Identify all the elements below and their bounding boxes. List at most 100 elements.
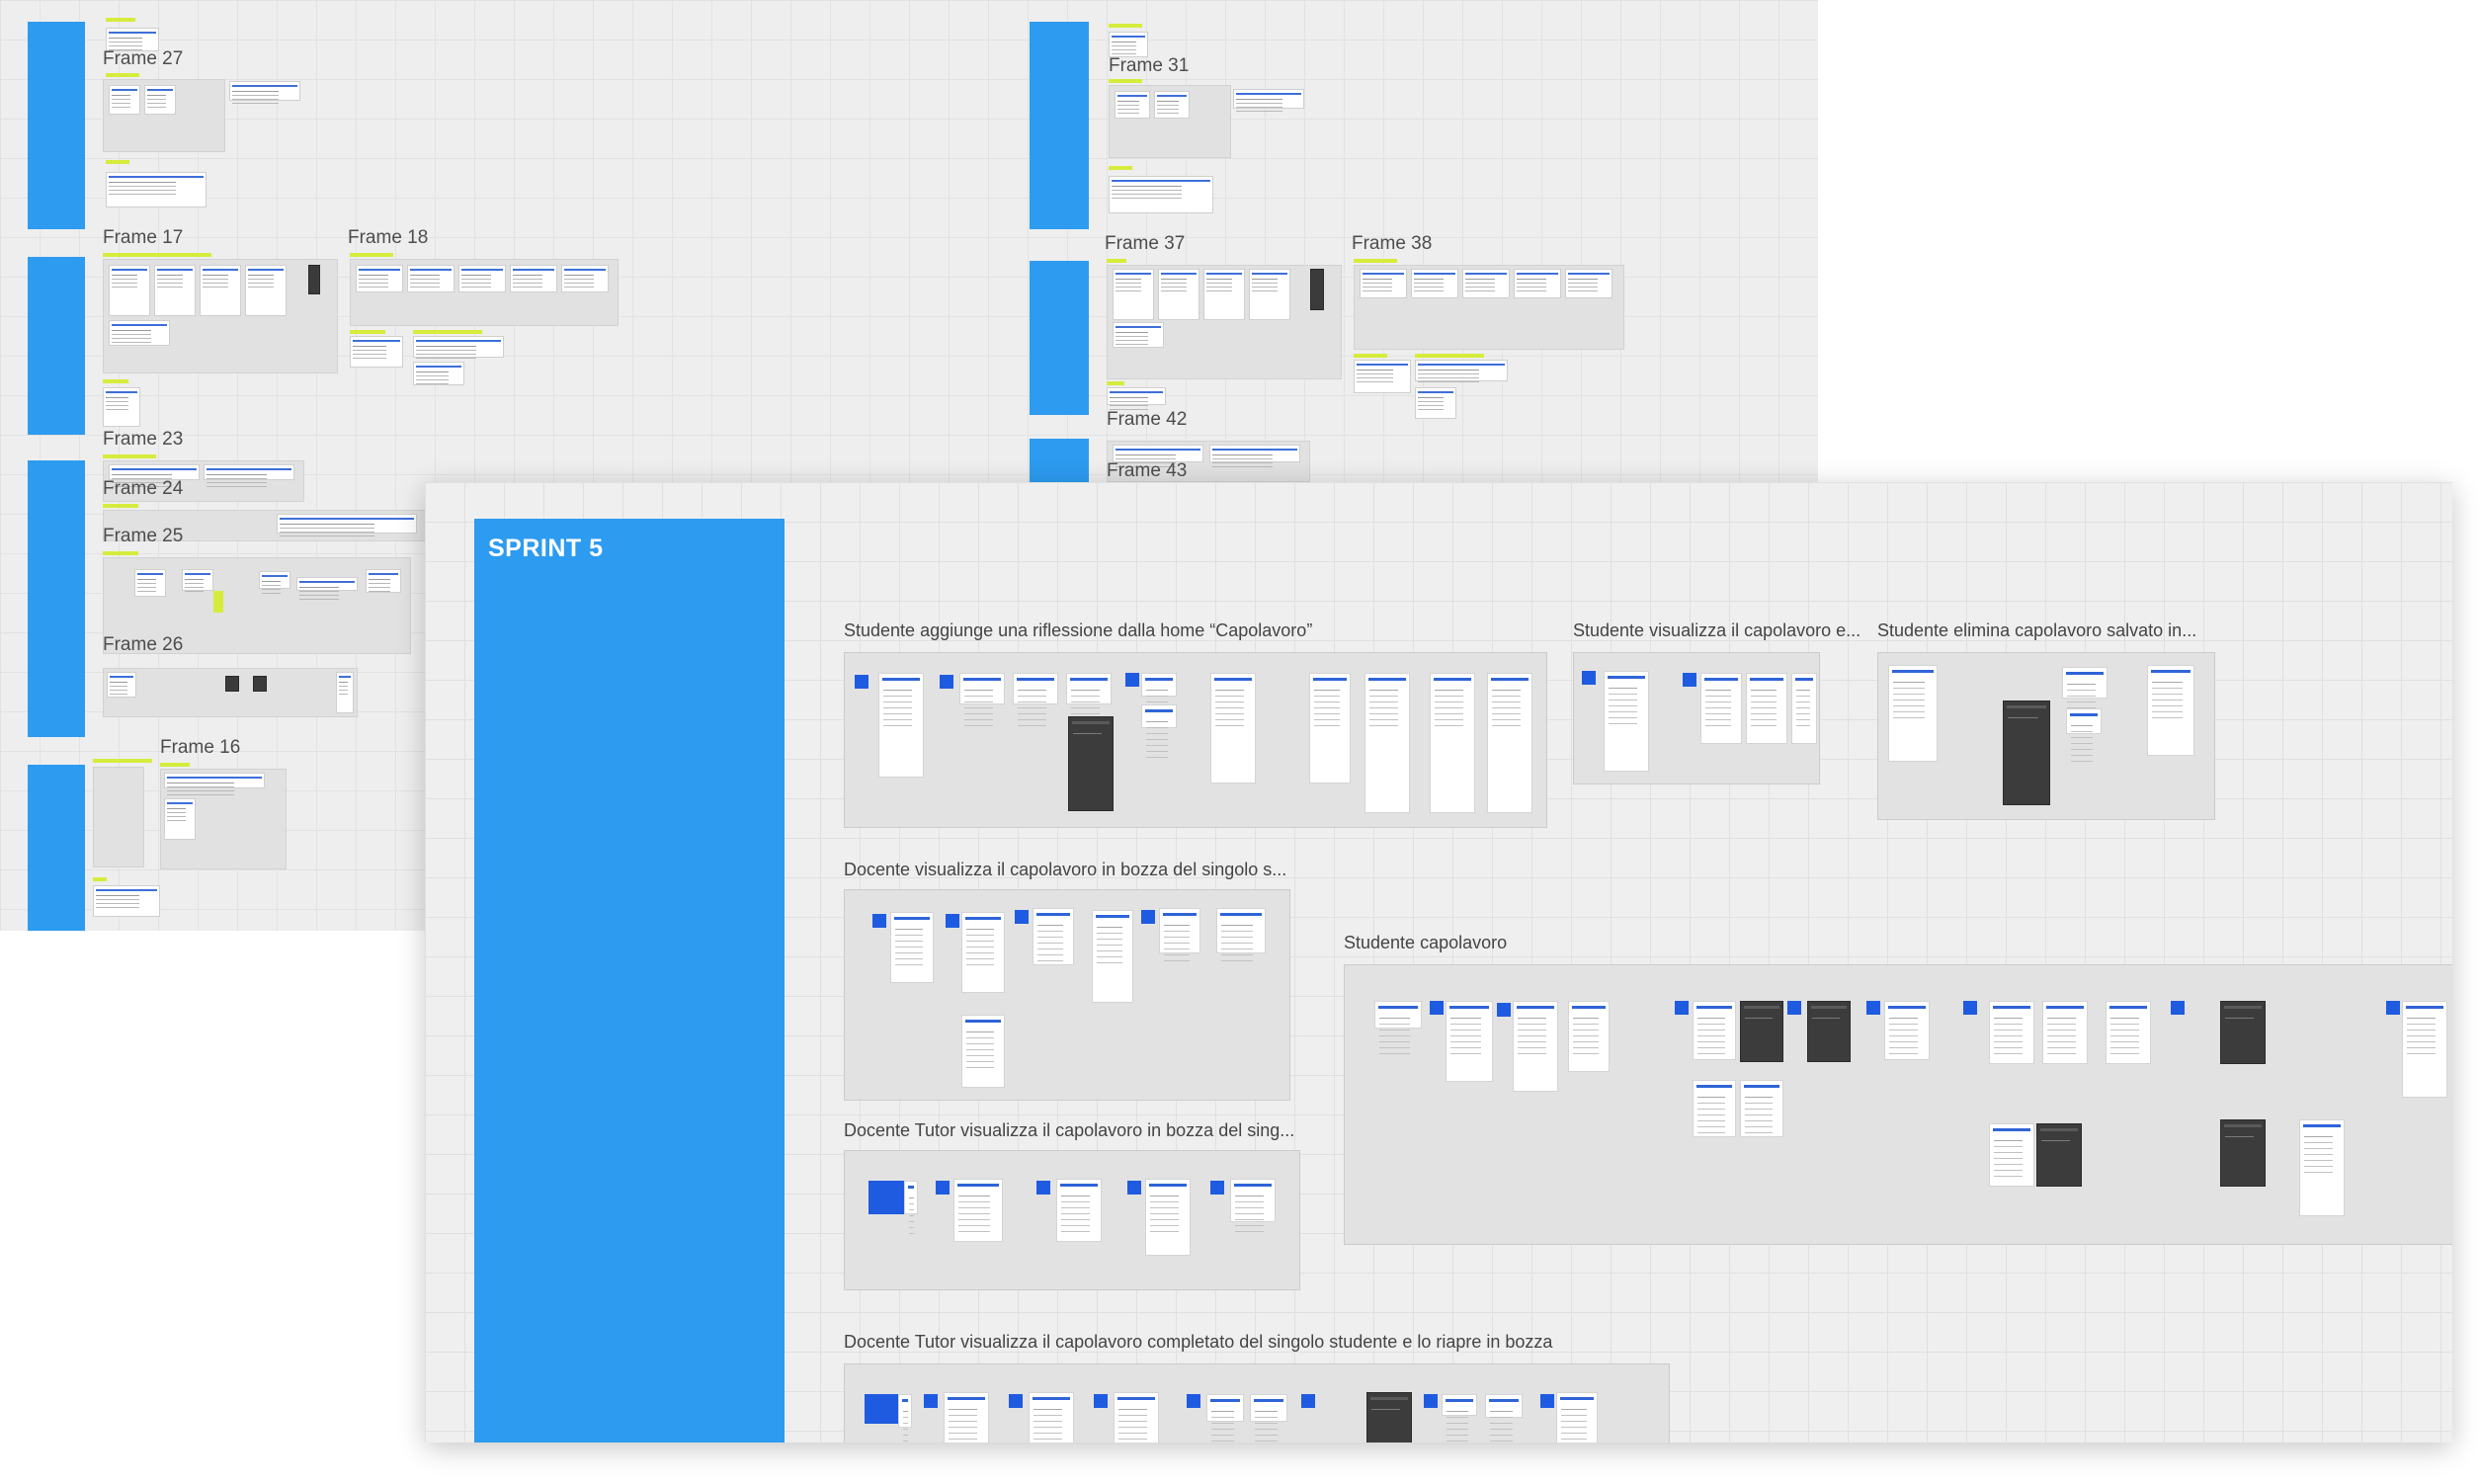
screen-thumbnail[interactable]: [1145, 1179, 1191, 1256]
screen-thumbnail[interactable]: [1740, 1080, 1783, 1137]
frame-title[interactable]: Studente elimina capolavoro salvato in..…: [1877, 620, 2196, 641]
screen-thumbnail[interactable]: [1250, 1394, 1287, 1422]
screen-thumbnail[interactable]: [2066, 708, 2102, 734]
screen-thumbnail[interactable]: [1066, 673, 1112, 704]
frame-thumbnail[interactable]: [296, 577, 358, 591]
screen-thumbnail[interactable]: [890, 912, 934, 983]
frame-label[interactable]: Frame 24: [103, 478, 183, 500]
screen-thumbnail[interactable]: [1989, 1001, 2034, 1064]
cover-thumbnail[interactable]: [868, 1181, 904, 1214]
screen-thumbnail[interactable]: [2147, 665, 2194, 756]
frame-thumbnail[interactable]: [1115, 91, 1150, 119]
screen-thumbnail[interactable]: [961, 1015, 1005, 1088]
frame-thumbnail[interactable]: [413, 336, 504, 358]
frame-label[interactable]: Frame 25: [103, 526, 183, 547]
screen-thumbnail[interactable]: [1029, 1392, 1074, 1443]
sprint-5-bar[interactable]: SPRINT 5: [474, 519, 785, 1443]
dark-screen-thumbnail[interactable]: [1740, 1001, 1783, 1062]
frame-thumbnail[interactable]: [164, 798, 196, 840]
dark-screen-thumbnail[interactable]: [2003, 701, 2050, 805]
frame-thumbnail[interactable]: [1113, 269, 1154, 320]
dark-screen-thumbnail[interactable]: [253, 676, 267, 692]
frame-thumbnail[interactable]: [277, 514, 417, 534]
frame-thumbnail[interactable]: [356, 265, 403, 292]
screen-thumbnail[interactable]: [1568, 1001, 1610, 1072]
frame-title[interactable]: Docente visualizza il capolavoro in bozz…: [844, 860, 1286, 880]
frame-box[interactable]: [844, 889, 1290, 1101]
screen-thumbnail[interactable]: [953, 1179, 1003, 1242]
frame-box[interactable]: [844, 1363, 1670, 1443]
screen-thumbnail[interactable]: [1556, 1392, 1598, 1443]
screen-thumbnail[interactable]: [1446, 1001, 1493, 1082]
screen-thumbnail[interactable]: [1141, 673, 1177, 697]
sprint-5-board[interactable]: SPRINT 5 Studente aggiunge una riflessio…: [425, 482, 2452, 1443]
screen-thumbnail[interactable]: [1056, 1179, 1102, 1242]
frame-thumbnail[interactable]: [1154, 91, 1190, 119]
frame-thumbnail[interactable]: [259, 571, 290, 589]
dark-screen-thumbnail[interactable]: [1807, 1001, 1851, 1062]
frame-thumbnail[interactable]: [1415, 360, 1508, 381]
frame-thumbnail[interactable]: [1462, 269, 1510, 298]
screen-thumbnail[interactable]: [1013, 673, 1058, 704]
screen-thumbnail[interactable]: [959, 673, 1005, 704]
frame-label[interactable]: Frame 31: [1109, 55, 1189, 77]
screen-thumbnail[interactable]: [961, 912, 1005, 993]
dark-screen-thumbnail[interactable]: [225, 676, 239, 692]
frame-thumbnail[interactable]: [1565, 269, 1612, 298]
screen-thumbnail[interactable]: [1114, 1392, 1159, 1443]
screen-thumbnail[interactable]: [898, 1394, 912, 1428]
frame-thumbnail[interactable]: [1158, 269, 1199, 320]
frame-thumbnail[interactable]: [1354, 360, 1411, 393]
frame-thumbnail[interactable]: [109, 320, 170, 346]
screen-thumbnail[interactable]: [1791, 673, 1817, 744]
frame-box[interactable]: [844, 652, 1547, 828]
frame-thumbnail[interactable]: [413, 362, 464, 385]
frame-box[interactable]: [93, 767, 144, 867]
screen-thumbnail[interactable]: [944, 1392, 989, 1443]
frame-thumbnail[interactable]: [1233, 89, 1304, 109]
screen-thumbnail[interactable]: [1485, 1394, 1523, 1418]
dark-screen-thumbnail[interactable]: [308, 265, 320, 294]
sprint-bar[interactable]: [1030, 439, 1089, 484]
dark-screen-thumbnail[interactable]: [1310, 269, 1324, 310]
frame-thumbnail[interactable]: [1514, 269, 1561, 298]
frame-thumbnail[interactable]: [109, 265, 150, 316]
frame-label[interactable]: Frame 43: [1107, 460, 1187, 482]
frame-box[interactable]: [1877, 652, 2215, 820]
frame-box[interactable]: [844, 1150, 1300, 1290]
cover-thumbnail[interactable]: [865, 1394, 898, 1424]
screen-thumbnail[interactable]: [1092, 910, 1133, 1003]
frame-label[interactable]: Frame 42: [1107, 409, 1187, 431]
screen-thumbnail[interactable]: [1033, 908, 1074, 965]
screen-thumbnail[interactable]: [1693, 1080, 1736, 1137]
frame-thumbnail[interactable]: [134, 569, 166, 597]
screen-thumbnail[interactable]: [1374, 1001, 1422, 1029]
frame-thumbnail[interactable]: [1113, 322, 1164, 348]
screen-thumbnail[interactable]: [2106, 1001, 2151, 1064]
screen-thumbnail[interactable]: [878, 673, 924, 778]
frame-thumbnail[interactable]: [1415, 387, 1456, 419]
screen-thumbnail[interactable]: [2299, 1119, 2345, 1216]
dark-screen-thumbnail[interactable]: [2220, 1119, 2266, 1187]
frame-label[interactable]: Frame 38: [1352, 233, 1432, 255]
frame-thumbnail[interactable]: [144, 85, 176, 115]
sprint-bar[interactable]: [28, 22, 85, 229]
frame-thumbnail[interactable]: [109, 85, 140, 115]
screen-thumbnail[interactable]: [904, 1181, 918, 1214]
frame-thumbnail[interactable]: [1411, 269, 1458, 298]
screen-thumbnail[interactable]: [1210, 673, 1256, 783]
frame-thumbnail[interactable]: [1209, 445, 1300, 462]
screen-thumbnail[interactable]: [1693, 1001, 1736, 1060]
frame-label[interactable]: Frame 27: [103, 48, 183, 70]
frame-label[interactable]: Frame 18: [348, 227, 428, 249]
screen-thumbnail[interactable]: [1309, 673, 1351, 783]
frame-thumbnail[interactable]: [336, 672, 354, 713]
frame-thumbnail[interactable]: [1203, 269, 1245, 320]
frame-label[interactable]: Frame 17: [103, 227, 183, 249]
frame-thumbnail[interactable]: [366, 569, 401, 593]
frame-thumbnail[interactable]: [561, 265, 609, 292]
frame-thumbnail[interactable]: [1109, 176, 1213, 213]
dark-screen-thumbnail[interactable]: [1366, 1392, 1412, 1443]
frame-thumbnail[interactable]: [1107, 387, 1166, 405]
frame-title[interactable]: Studente visualizza il capolavoro e...: [1573, 620, 1860, 641]
